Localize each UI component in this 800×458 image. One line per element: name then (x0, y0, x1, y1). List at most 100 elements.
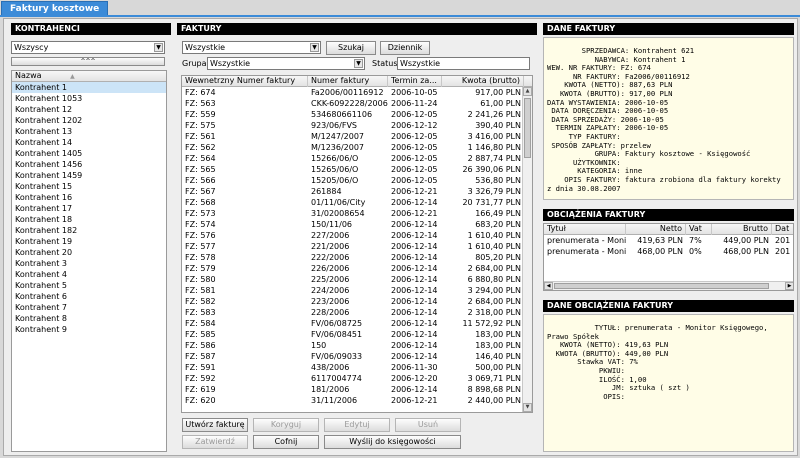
column-header-wewn[interactable]: Wewnetrzny Numer faktury (182, 76, 308, 87)
table-row[interactable]: FZ: 568 01/11/06/City 2006-12-14 20 731,77 … (182, 197, 532, 208)
table-row[interactable]: FZ: 563 CKK-6092228/2006 2006-11-24 61,00 P… (182, 98, 532, 109)
list-item[interactable]: Kontrahent 1456 (12, 159, 166, 170)
column-header-vat[interactable]: Vat (686, 224, 712, 235)
kontrahenci-list-header[interactable]: Nazwa ▲ (12, 71, 166, 82)
collapse-button[interactable]: ^^^ (11, 57, 165, 66)
tab-faktury-kosztowe[interactable]: Faktury kosztowe (1, 1, 109, 16)
obciazenia-hscroll[interactable]: ◀ ▶ (544, 281, 793, 290)
delete-button[interactable]: Usuń (395, 418, 461, 432)
list-item[interactable]: Kontrahent 3 (12, 258, 166, 269)
cell-wewn: FZ: 578 (185, 253, 216, 262)
faktury-filter-select[interactable]: Wszystkie ▼ (182, 41, 321, 54)
column-header-data[interactable]: Dat (772, 224, 793, 235)
send-to-accounting-button[interactable]: Wyślij do księgowości (324, 435, 461, 449)
column-header-numer[interactable]: Numer faktury (308, 76, 388, 87)
search-button[interactable]: Szukaj (326, 41, 376, 55)
list-item[interactable]: Kontrahent 1053 (12, 93, 166, 104)
list-item[interactable]: Kontrahent 1202 (12, 115, 166, 126)
table-row[interactable]: FZ: 591 438/2006 2006-11-30 500,00 PLN (182, 362, 532, 373)
list-item[interactable]: Kontrahent 6 (12, 291, 166, 302)
scroll-up-icon[interactable]: ▲ (523, 87, 532, 96)
edit-button[interactable]: Edytuj (324, 418, 390, 432)
kontrahent-name: Kontrahent 1459 (15, 171, 83, 180)
table-row[interactable]: FZ: 559 534680661106 2006-12-05 2 241,26 PL… (182, 109, 532, 120)
journal-button[interactable]: Dziennik (380, 41, 430, 55)
table-row[interactable]: FZ: 582 223/2006 2006-12-14 2 684,00 PLN (182, 296, 532, 307)
column-header-termin[interactable]: Termin za... (388, 76, 442, 87)
table-row[interactable]: FZ: 674 Fa2006/00116912 2006-10-05 917,00 P… (182, 87, 532, 98)
scroll-down-icon[interactable]: ▼ (523, 403, 532, 412)
cell-kwota: 166,49 PLN (475, 209, 521, 218)
list-item[interactable]: Kontrahent 1405 (12, 148, 166, 159)
table-row[interactable]: FZ: 578 222/2006 2006-12-14 805,20 PLN (182, 252, 532, 263)
group-select[interactable]: Wszystkie ▼ (207, 57, 365, 70)
scroll-right-icon[interactable]: ▶ (785, 282, 793, 290)
list-item[interactable]: Kontrahent 12 (12, 104, 166, 115)
table-row[interactable]: FZ: 579 226/2006 2006-12-14 2 684,00 PLN (182, 263, 532, 274)
column-header-kwota[interactable]: Kwota (brutto) (442, 76, 524, 87)
list-item[interactable]: Kontrahent 5 (12, 280, 166, 291)
scroll-thumb-horizontal[interactable] (554, 283, 769, 289)
dane-faktury-title: DANE FAKTURY (543, 23, 794, 35)
undo-button[interactable]: Cofnij (253, 435, 319, 449)
cell-numer: 222/2006 (311, 253, 350, 262)
list-item[interactable]: Kontrahent 1459 (12, 170, 166, 181)
list-item[interactable]: Kontrahent 17 (12, 203, 166, 214)
table-row[interactable]: FZ: 566 15205/06/O 2006-12-05 536,80 PLN (182, 175, 532, 186)
column-header-brutto[interactable]: Brutto (712, 224, 772, 235)
detail-line: OPIS: (547, 391, 625, 401)
list-item[interactable]: Kontrahent 182 (12, 225, 166, 236)
table-row[interactable]: FZ: 580 225/2006 2006-12-14 6 880,80 PLN (182, 274, 532, 285)
table-row[interactable]: FZ: 584 FV/06/08725 2006-12-14 11 572,92 PL… (182, 318, 532, 329)
list-item[interactable]: Kontrahent 19 (12, 236, 166, 247)
list-item[interactable]: Kontrahent 1 (12, 82, 166, 93)
table-row[interactable]: FZ: 562 M/1236/2007 2006-12-05 1 146,80 PLN (182, 142, 532, 153)
column-header-nazwa[interactable]: Nazwa ▲ (12, 71, 166, 82)
list-item[interactable]: Kontrahent 13 (12, 126, 166, 137)
faktury-scrollbar[interactable]: ▲ ▼ (522, 87, 532, 412)
column-header-netto[interactable]: Netto (626, 224, 686, 235)
table-row[interactable]: FZ: 620 31/11/2006 2006-12-21 2 440,00 PLN (182, 395, 532, 406)
table-row[interactable]: FZ: 565 15265/06/O 2006-12-05 26 390,06 PLN (182, 164, 532, 175)
status-input[interactable]: Wszystkie (397, 57, 530, 70)
approve-button[interactable]: Zatwierdź (182, 435, 248, 449)
table-row[interactable]: FZ: 577 221/2006 2006-12-14 1 610,40 PLN (182, 241, 532, 252)
list-item[interactable]: Kontrahent 7 (12, 302, 166, 313)
list-item[interactable]: Kontrahent 20 (12, 247, 166, 258)
table-row[interactable]: FZ: 586 150 2006-12-14 183,00 PLN (182, 340, 532, 351)
table-row[interactable]: FZ: 592 6117004774 2006-12-20 3 069,71 PLN (182, 373, 532, 384)
table-row[interactable]: FZ: 587 FV/06/09033 2006-12-14 146,40 PLN (182, 351, 532, 362)
column-header-tytul[interactable]: Tytuł (544, 224, 626, 235)
table-row[interactable]: FZ: 567 261884 2006-12-21 3 326,79 PLN (182, 186, 532, 197)
list-item[interactable]: Kontrahent 4 (12, 269, 166, 280)
list-item[interactable]: Kontrahent 15 (12, 181, 166, 192)
list-item[interactable]: Kontrahent 16 (12, 192, 166, 203)
correct-button[interactable]: Koryguj (253, 418, 319, 432)
cell-wewn: FZ: 573 (185, 209, 216, 218)
table-row[interactable]: FZ: 576 227/2006 2006-12-14 1 610,40 PLN (182, 230, 532, 241)
dane-obciazenia-text[interactable]: TYTUŁ: prenumerata - Monitor Księgowego,… (547, 323, 768, 401)
table-row[interactable]: FZ: 564 15266/06/O 2006-12-05 2 887,74 PLN (182, 153, 532, 164)
scroll-thumb[interactable] (524, 98, 531, 158)
table-row[interactable]: FZ: 573 31/02008654 2006-12-21 166,49 PLN (182, 208, 532, 219)
table-row[interactable]: FZ: 574 150/11/06 2006-12-14 683,20 PLN (182, 219, 532, 230)
table-row[interactable]: FZ: 619 181/2006 2006-12-14 8 898,68 PLN (182, 384, 532, 395)
cell-vat: 7% (689, 236, 702, 245)
list-item[interactable]: Kontrahent 18 (12, 214, 166, 225)
create-invoice-button[interactable]: Utwórz fakturę (182, 418, 248, 432)
list-item[interactable]: Kontrahent 8 (12, 313, 166, 324)
scroll-left-icon[interactable]: ◀ (544, 282, 553, 290)
table-row[interactable]: prenumerata - Monito... 468,00 PLN 0% 468,0… (544, 246, 793, 257)
table-row[interactable]: FZ: 581 224/2006 2006-12-14 3 294,00 PLN (182, 285, 532, 296)
kontrahenci-filter-select[interactable]: Wszyscy ▼ (11, 41, 165, 54)
table-row[interactable]: FZ: 575 923/06/FVS 2006-12-12 390,40 PLN (182, 120, 532, 131)
table-row[interactable]: FZ: 585 FV/06/08451 2006-12-14 183,00 PLN (182, 329, 532, 340)
dane-faktury-text[interactable]: SPRZEDAWCA: Kontrahent 621 NABYWCA: Kont… (547, 46, 781, 199)
table-row[interactable]: FZ: 583 228/2006 2006-12-14 2 318,00 PLN (182, 307, 532, 318)
faktury-table-header: Wewnetrzny Numer faktury Numer faktury T… (182, 76, 532, 87)
table-row[interactable]: prenumerata - Monito... 419,63 PLN 7% 449,0… (544, 235, 793, 246)
cell-wewn: FZ: 587 (185, 352, 216, 361)
list-item[interactable]: Kontrahent 14 (12, 137, 166, 148)
table-row[interactable]: FZ: 561 M/1247/2007 2006-12-05 3 416,00 PLN (182, 131, 532, 142)
list-item[interactable]: Kontrahent 9 (12, 324, 166, 335)
